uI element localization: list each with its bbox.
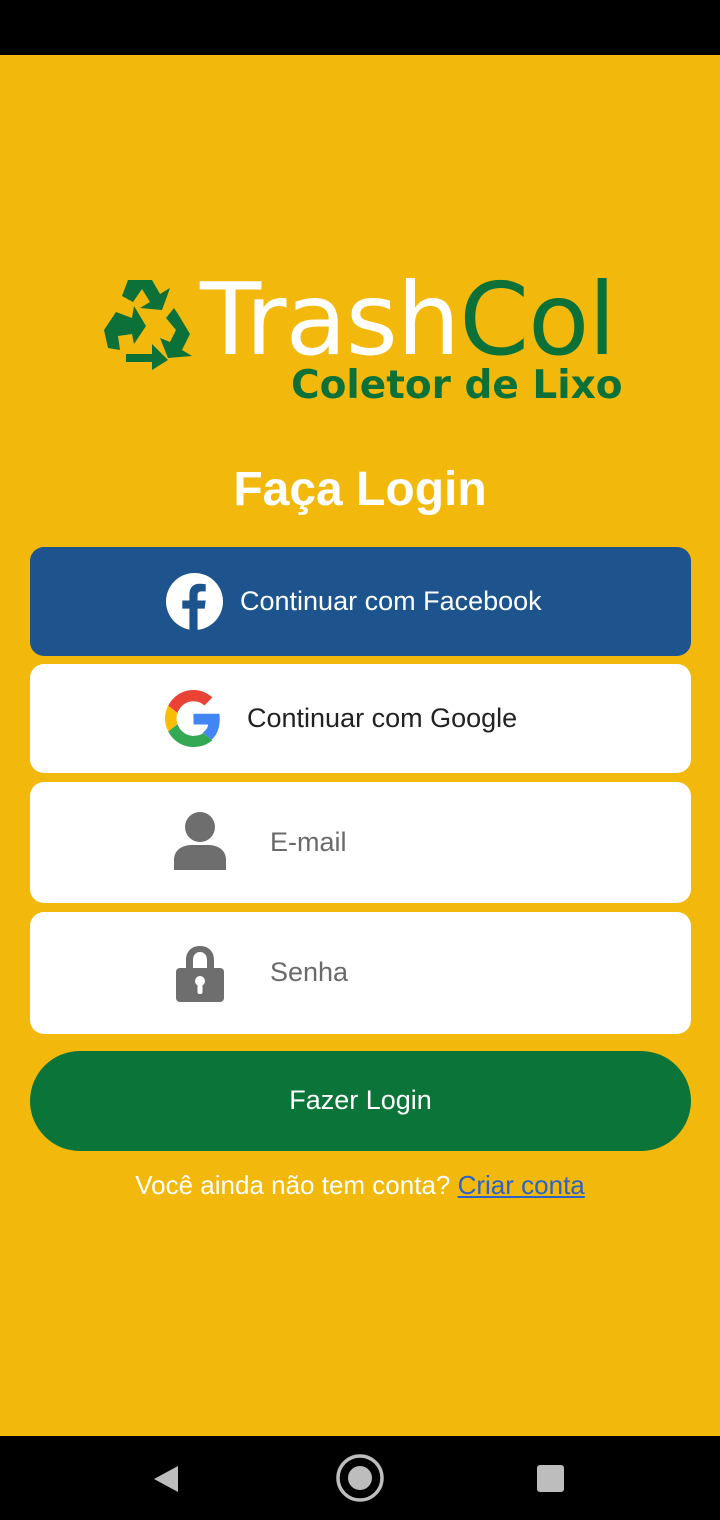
no-account-text: Você ainda não tem conta? — [135, 1170, 451, 1200]
google-login-button[interactable]: Continuar com Google — [30, 664, 691, 773]
facebook-icon — [166, 573, 223, 630]
lock-icon — [176, 946, 224, 1002]
page-title: Faça Login — [233, 463, 487, 516]
email-field[interactable] — [30, 782, 691, 903]
signup-prompt: Você ainda não tem conta? Criar conta — [0, 1168, 720, 1202]
facebook-login-button[interactable]: Continuar com Facebook — [30, 547, 691, 656]
app-logo: TrashCol Coletor de Lixo — [96, 261, 636, 412]
home-circle-icon[interactable] — [335, 1453, 385, 1503]
back-triangle-icon[interactable] — [152, 1464, 180, 1494]
logo-wordmark-white: Trash — [200, 261, 460, 378]
password-field[interactable] — [30, 912, 691, 1034]
google-button-label: Continuar com Google — [247, 703, 518, 733]
logo-subtitle: Coletor de Lixo — [291, 363, 623, 408]
google-icon — [165, 690, 220, 747]
user-icon — [174, 812, 226, 870]
recycle-icon — [104, 280, 192, 370]
email-input[interactable] — [270, 820, 650, 864]
login-button[interactable]: Fazer Login — [30, 1051, 691, 1151]
logo-wordmark-green: Col — [459, 261, 616, 378]
login-button-label: Fazer Login — [289, 1085, 432, 1115]
password-input[interactable] — [270, 950, 650, 994]
recents-square-icon[interactable] — [537, 1465, 564, 1492]
status-bar — [0, 0, 720, 55]
create-account-link[interactable]: Criar conta — [458, 1170, 585, 1200]
logo-wordmark: TrashCol — [200, 260, 616, 380]
facebook-button-label: Continuar com Facebook — [240, 586, 542, 616]
